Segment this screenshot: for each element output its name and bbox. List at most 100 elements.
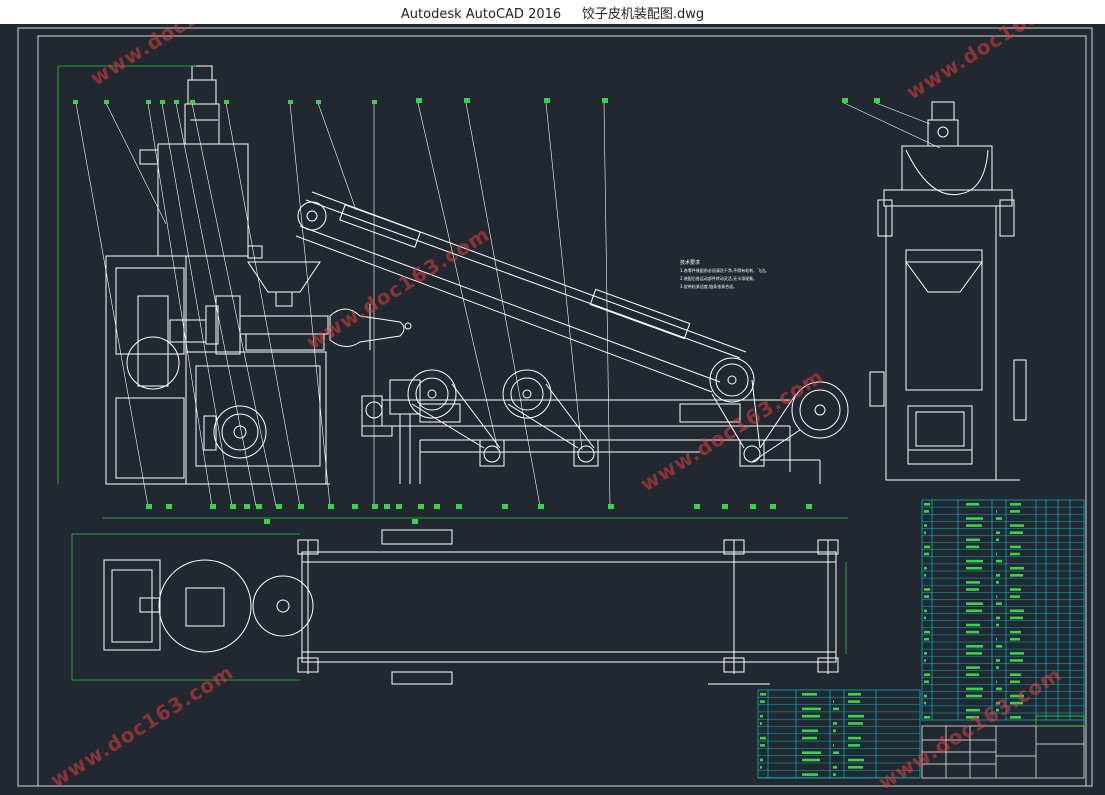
table-entry-mark — [760, 722, 762, 725]
table-entry-mark — [996, 687, 1002, 691]
table-entry-mark — [966, 666, 980, 669]
table-entry-mark — [924, 637, 929, 641]
table-entry-mark — [996, 574, 1000, 577]
table-entry-mark — [996, 616, 1000, 620]
table-entry-mark — [924, 630, 930, 634]
table-entry-mark — [996, 602, 1002, 605]
table-entry-mark — [996, 581, 999, 584]
table-entry-mark — [924, 659, 926, 662]
table-entry-mark — [996, 623, 999, 627]
table-entry-mark — [1010, 637, 1020, 641]
table-entry-mark — [924, 694, 927, 698]
horizontal-conveyor — [361, 369, 849, 484]
table-entry-mark — [1010, 566, 1024, 570]
table-entry-mark — [996, 517, 1002, 520]
table-entry-mark — [802, 714, 820, 718]
table-entry-mark — [924, 716, 930, 719]
drawing-canvas[interactable]: 技术要求 1.各零件装配前必须清洗干净,不得有毛刺、飞边。 2.装配后各运动部件… — [0, 0, 1105, 794]
table-entry-mark — [802, 707, 821, 711]
table-entry-mark — [966, 559, 983, 563]
table-entry-mark — [996, 637, 997, 641]
watermarks: www.doc163.com www.doc163.com www.doc163… — [46, 0, 1094, 794]
table-entry-mark — [1010, 673, 1021, 676]
table-entry-mark — [1010, 659, 1023, 662]
table-entry-mark — [1010, 616, 1023, 620]
part-balloons — [73, 98, 880, 524]
watermark-text: www.doc163.com — [46, 660, 238, 791]
front-view-machine — [105, 65, 330, 485]
table-entry-mark — [848, 722, 863, 725]
cad-drawing[interactable]: 技术要求 1.各零件装配前必须清洗干净,不得有毛刺、飞边。 2.装配后各运动部件… — [0, 0, 1105, 794]
table-entry-mark — [1010, 510, 1020, 513]
table-entry-mark — [1010, 545, 1021, 549]
table-entry-mark — [802, 773, 818, 776]
table-entry-mark — [966, 566, 982, 570]
table-entry-mark — [848, 736, 861, 740]
table-entry-mark — [848, 714, 864, 718]
table-entry-mark — [802, 729, 818, 733]
table-entry-mark — [924, 545, 930, 549]
table-entry-mark — [966, 545, 979, 549]
table-entry-mark — [833, 722, 837, 725]
table-entry-mark — [966, 645, 983, 648]
table-entry-mark — [1010, 531, 1023, 534]
table-entry-mark — [996, 559, 1002, 563]
table-entry-mark — [924, 673, 930, 676]
table-entry-mark — [848, 766, 863, 769]
table-entry-mark — [848, 758, 864, 762]
table-entry-mark — [996, 659, 1000, 662]
table-entry-mark — [1010, 503, 1021, 506]
table-entry-mark — [802, 693, 817, 696]
tech-notes: 技术要求 1.各零件装配前必须清洗干净,不得有毛刺、飞边。 2.装配后各运动部件… — [680, 259, 769, 289]
table-entry-mark — [833, 751, 839, 754]
table-entry-mark — [924, 574, 926, 577]
table-entry-mark — [966, 673, 979, 676]
table-entry-mark — [996, 552, 997, 556]
leader-lines — [75, 102, 941, 507]
table-entry-mark — [760, 766, 762, 769]
table-entry-mark — [924, 531, 926, 534]
table-entry-mark — [1010, 652, 1024, 655]
table-entry-mark — [760, 758, 763, 762]
watermark-text: www.doc163.com — [86, 24, 278, 90]
table-entry-mark — [1010, 716, 1021, 719]
table-entry-mark — [924, 616, 926, 620]
table-entry-mark — [996, 510, 997, 513]
table-entry-mark — [1010, 574, 1023, 577]
table-entry-mark — [833, 729, 836, 733]
table-entry-mark — [802, 751, 821, 754]
table-entry-mark — [1010, 609, 1024, 613]
table-entry-mark — [833, 766, 837, 769]
table-entry-mark — [966, 524, 982, 527]
table-entry-mark — [924, 524, 927, 527]
table-entry-mark — [924, 595, 929, 598]
table-entry-mark — [1010, 524, 1024, 527]
table-entry-mark — [996, 531, 1000, 534]
table-entry-mark — [996, 666, 999, 669]
table-entry-mark — [966, 630, 979, 634]
table-entry-mark — [996, 680, 997, 684]
table-entry-mark — [966, 588, 979, 591]
window-title: Autodesk AutoCAD 2016 饺子皮机装配图.dwg — [400, 6, 705, 22]
table-entry-mark — [966, 503, 979, 506]
table-entry-mark — [760, 693, 766, 696]
side-view — [869, 101, 1027, 481]
table-entry-mark — [966, 652, 982, 655]
table-entry-mark — [924, 609, 927, 613]
table-entry-mark — [802, 736, 817, 740]
table-entry-mark — [924, 566, 927, 570]
table-entry-mark — [996, 645, 1002, 648]
table-entry-mark — [966, 609, 982, 613]
table-entry-mark — [996, 538, 999, 542]
table-entry-mark — [760, 714, 763, 718]
table-entry-mark — [1010, 552, 1020, 556]
table-entry-mark — [966, 517, 983, 520]
table-entry-mark — [1010, 630, 1021, 634]
table-entry-mark — [924, 701, 926, 705]
table-entry-mark — [1010, 595, 1020, 598]
table-entry-mark — [848, 700, 860, 703]
table-entry-mark — [760, 744, 765, 747]
plan-view — [103, 529, 839, 685]
table-entry-mark — [1010, 588, 1021, 591]
table-entry-mark — [966, 602, 983, 605]
